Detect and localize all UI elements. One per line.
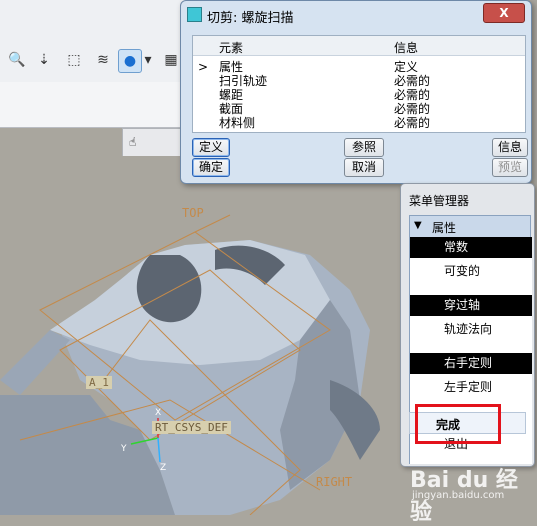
row-info: 定义 [394, 60, 419, 74]
csys-y-letter: Y [121, 444, 127, 454]
baidu-watermark: Bai du 经验 jingyan.baidu.com [410, 462, 534, 525]
close-button[interactable]: X [483, 3, 525, 23]
axis-label[interactable]: A_1 [86, 376, 112, 389]
cancel-button[interactable]: 取消 [344, 158, 384, 177]
graphics-viewport[interactable]: TOP RIGHT A_1 RT_CSYS_DEF X Y Z [0, 156, 400, 515]
row-element: 属性 [219, 60, 244, 74]
zoom-icon[interactable]: 🔍 [6, 49, 28, 71]
dialog-titlebar[interactable]: 切剪: 螺旋扫描 X [181, 1, 531, 29]
row-info: 必需的 [394, 74, 431, 88]
model-tree-icon[interactable]: ▦ [160, 49, 182, 71]
menu-item-through-axis[interactable]: 穿过轴 [410, 295, 532, 316]
dialog-app-icon [187, 7, 202, 22]
datum-label-top[interactable]: TOP [182, 206, 204, 220]
menu-section-label: 属性 [432, 221, 457, 235]
row-element: 材料侧 [219, 116, 256, 130]
small-panel: ☝ [122, 128, 186, 158]
csys-x-letter: X [155, 408, 162, 418]
table-row[interactable]: 扫引轨迹 必需的 [193, 74, 525, 88]
menu-item-variable[interactable]: 可变的 [410, 261, 532, 282]
csys-z-letter: Z [160, 463, 167, 473]
table-row[interactable]: 螺距 必需的 [193, 88, 525, 102]
column-info: 信息 [394, 41, 419, 55]
table-row[interactable]: 截面 必需的 [193, 102, 525, 116]
helical-sweep-dialog: 切剪: 螺旋扫描 X 元素 信息 > 属性 定义 扫引轨迹 必需的 螺距 必需的… [180, 0, 532, 184]
datum-axis-icon[interactable]: ⬚ [63, 49, 85, 71]
table-row[interactable]: > 属性 定义 [193, 60, 525, 74]
current-row-marker: > [198, 60, 209, 74]
toolbar-lower [0, 82, 190, 128]
reference-button[interactable]: 参照 [344, 138, 384, 157]
row-element: 截面 [219, 102, 244, 116]
datum-label-right[interactable]: RIGHT [316, 475, 352, 489]
row-info: 必需的 [394, 102, 431, 116]
dialog-title: 切剪: 螺旋扫描 [207, 11, 294, 26]
sphere-icon[interactable]: ● [118, 49, 142, 73]
table-header: 元素 信息 [193, 36, 525, 56]
table-row[interactable]: 材料侧 必需的 [193, 116, 525, 130]
row-info: 必需的 [394, 116, 431, 130]
menu-manager: 菜单管理器 ▼ 属性 常数 可变的 穿过轴 轨迹法向 右手定则 左手定则 退出 … [400, 183, 535, 467]
highlight-box [415, 404, 501, 444]
menu-section-header[interactable]: ▼ 属性 [409, 215, 531, 238]
ok-button[interactable]: 确定 [192, 158, 230, 177]
info-button[interactable]: 信息 [492, 138, 528, 157]
watermark-url: jingyan.baidu.com [412, 490, 505, 501]
layers-icon[interactable]: ≋ [92, 49, 114, 71]
column-element: 元素 [219, 41, 244, 55]
part-solid [0, 240, 380, 515]
row-info: 必需的 [394, 88, 431, 102]
preview-button: 预览 [492, 158, 528, 177]
menu-item-right-handed[interactable]: 右手定则 [410, 353, 532, 374]
row-element: 螺距 [219, 88, 244, 102]
dropdown-icon[interactable]: ▾ [143, 49, 153, 71]
menu-item-normal-to-trajectory[interactable]: 轨迹法向 [410, 319, 532, 340]
datum-plane-icon[interactable]: ⇣ [33, 49, 55, 71]
row-element: 扫引轨迹 [219, 74, 268, 88]
menu-item-constant[interactable]: 常数 [410, 237, 532, 258]
main-toolbar: 🔍 ⇣ ⬚ ≋ ● ▾ ▦ [0, 0, 190, 83]
menu-manager-title: 菜单管理器 [409, 194, 470, 208]
csys-label[interactable]: RT_CSYS_DEF [152, 421, 231, 434]
element-table: 元素 信息 > 属性 定义 扫引轨迹 必需的 螺距 必需的 截面 必需的 材料侧… [192, 35, 526, 133]
menu-item-left-handed[interactable]: 左手定则 [410, 377, 532, 398]
touch-icon[interactable]: ☝ [129, 135, 136, 149]
define-button[interactable]: 定义 [192, 138, 230, 157]
collapse-triangle-icon[interactable]: ▼ [414, 220, 422, 231]
